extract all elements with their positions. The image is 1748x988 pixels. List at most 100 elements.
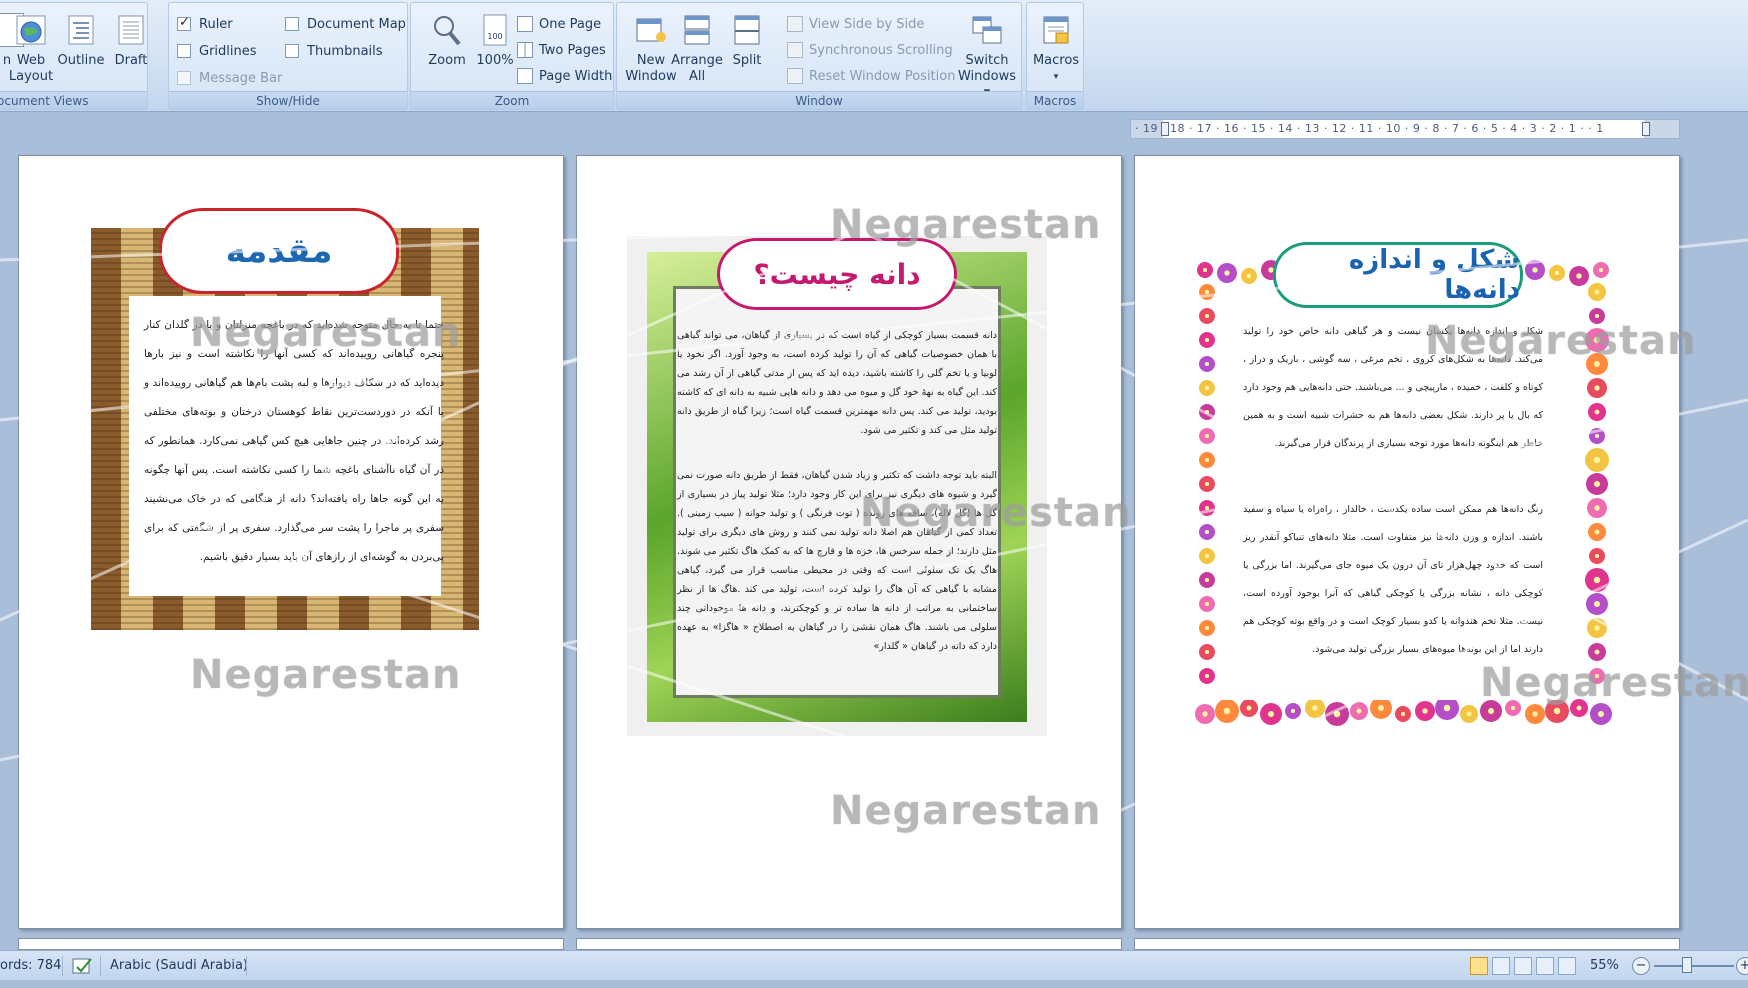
- group-label-macros: Macros: [1027, 91, 1083, 109]
- flower-decoration: [1199, 356, 1215, 372]
- document-page-5-top[interactable]: [576, 938, 1122, 950]
- flower-decoration: [1241, 268, 1257, 284]
- document-page-1[interactable]: مقدمه حتما تا به حال متوجه شده‌اید که در…: [18, 155, 564, 929]
- flower-decoration: [1589, 308, 1605, 324]
- group-label-window: Window: [617, 91, 1021, 109]
- flower-decoration: [1586, 353, 1608, 375]
- zoom-in-button[interactable]: +: [1736, 957, 1748, 975]
- ruler-indent-marker-right-icon[interactable]: [1642, 122, 1650, 136]
- document-page-4-top[interactable]: [18, 938, 564, 950]
- document-page-3[interactable]: شکل و اندازه دانه‌ها شکل و اندازه دانه‌ه…: [1134, 155, 1680, 929]
- flower-decoration: [1199, 428, 1215, 444]
- flower-decoration: [1585, 328, 1609, 352]
- split-icon: [730, 13, 764, 47]
- web-layout-view-icon[interactable]: [1514, 957, 1532, 975]
- flower-decoration: [1549, 265, 1565, 281]
- ruler-indent-marker-icon[interactable]: [1161, 122, 1169, 136]
- flower-decoration: [1199, 332, 1215, 348]
- flower-decoration: [1199, 596, 1215, 612]
- globe-icon: [14, 13, 48, 47]
- split-button[interactable]: Split: [717, 13, 777, 69]
- zoom-100-button[interactable]: 100 100%: [465, 13, 525, 69]
- flower-decoration: [1525, 704, 1545, 724]
- flower-decoration: [1199, 548, 1215, 564]
- status-bar: ords: 784 Arabic (Saudi Arabia) 55% − +: [0, 950, 1748, 980]
- sync-scroll-icon: [787, 42, 803, 58]
- flower-decoration: [1586, 593, 1608, 615]
- print-layout-view-icon[interactable]: [1470, 957, 1488, 975]
- flower-decoration: [1285, 703, 1301, 719]
- flower-decoration: [1585, 448, 1609, 472]
- page-100-icon: 100: [478, 13, 512, 47]
- page-title: مقدمه: [159, 208, 399, 294]
- macros-icon: [1039, 13, 1073, 47]
- flower-decoration: [1199, 308, 1215, 324]
- flower-decoration: [1325, 702, 1349, 726]
- checkbox-icon: [177, 44, 191, 58]
- separator: [62, 956, 63, 976]
- flower-decoration: [1199, 380, 1215, 396]
- separator: [246, 956, 247, 976]
- arrange-all-icon: [680, 13, 714, 47]
- thumbnails-checkbox[interactable]: Thumbnails: [285, 40, 383, 62]
- page-width-icon: [517, 68, 533, 84]
- two-pages-button[interactable]: Two Pages: [517, 39, 606, 61]
- body-text-paragraph-1: دانه قسمت بسیار کوچکی از گیاه است که در …: [677, 330, 997, 436]
- document-page-6-top[interactable]: [1134, 938, 1680, 950]
- macros-button[interactable]: Macros ▾: [1026, 13, 1086, 85]
- group-label-show-hide: Show/Hide: [169, 91, 407, 109]
- view-side-by-side-button[interactable]: View Side by Side: [787, 13, 924, 35]
- flower-decoration: [1195, 704, 1215, 724]
- language-indicator[interactable]: Arabic (Saudi Arabia): [110, 951, 248, 981]
- zoom-slider-thumb[interactable]: [1682, 957, 1692, 973]
- flower-decoration: [1525, 260, 1545, 280]
- full-screen-reading-view-icon[interactable]: [1492, 957, 1510, 975]
- flower-decoration: [1589, 428, 1605, 444]
- flower-decoration: [1395, 706, 1411, 722]
- synchronous-scrolling-button[interactable]: Synchronous Scrolling: [787, 39, 953, 61]
- zoom-slider-track[interactable]: [1654, 965, 1734, 967]
- flower-decoration: [1199, 524, 1215, 540]
- ribbon-view-tab: n Web Layout Outline Draft ocument Views: [0, 0, 1748, 112]
- group-label-document-views: ocument Views: [0, 91, 147, 109]
- document-map-checkbox[interactable]: Document Map: [285, 13, 406, 35]
- draft-button[interactable]: Draft: [101, 13, 161, 69]
- flower-decoration: [1305, 698, 1325, 718]
- flower-decoration: [1199, 572, 1215, 588]
- flower-decoration: [1199, 644, 1215, 660]
- zoom-level[interactable]: 55%: [1590, 951, 1619, 981]
- ruler-checkbox[interactable]: Ruler: [177, 13, 233, 35]
- flower-decoration: [1260, 703, 1282, 725]
- draft-view-icon[interactable]: [1558, 957, 1576, 975]
- group-macros: Macros ▾ Macros: [1026, 2, 1084, 110]
- switch-windows-button[interactable]: Switch Windows ▾: [955, 13, 1019, 101]
- outline-view-icon[interactable]: [1536, 957, 1554, 975]
- flower-decoration: [1217, 263, 1237, 283]
- gridlines-checkbox[interactable]: Gridlines: [177, 40, 257, 62]
- body-text-paragraph-2: رنگ دانه‌ها هم ممکن است ساده یکدست ، خال…: [1243, 504, 1543, 655]
- word-count[interactable]: ords: 784: [0, 951, 61, 981]
- svg-text:100: 100: [487, 32, 502, 41]
- group-window: New Window Arrange All Split View Side b…: [616, 2, 1022, 110]
- spelling-check-icon[interactable]: [72, 951, 94, 981]
- flower-decoration: [1589, 548, 1605, 564]
- group-show-hide: Ruler Gridlines Message Bar Document Map…: [168, 2, 408, 110]
- one-page-button[interactable]: One Page: [517, 13, 601, 35]
- document-page-2[interactable]: دانه چیست؟ دانه قسمت بسیار کوچکی از گیاه…: [576, 155, 1122, 929]
- flower-decoration: [1370, 697, 1392, 719]
- checkbox-checked-icon: [177, 15, 191, 31]
- reset-window-icon: [787, 68, 803, 84]
- horizontal-ruler[interactable]: · 19 · 18 · 17 · 16 · 15 · 14 · 13 · 12 …: [1130, 119, 1680, 139]
- flower-decoration: [1199, 284, 1215, 300]
- flower-decoration: [1589, 668, 1605, 684]
- zoom-out-button[interactable]: −: [1632, 957, 1650, 975]
- message-bar-checkbox[interactable]: Message Bar: [177, 67, 282, 89]
- flower-decoration: [1588, 523, 1606, 541]
- magnifier-icon: [430, 13, 464, 47]
- reset-window-position-button[interactable]: Reset Window Position: [787, 65, 955, 87]
- flower-decoration: [1593, 262, 1609, 278]
- flower-decoration: [1199, 620, 1215, 636]
- page-title: دانه چیست؟: [717, 238, 957, 310]
- page-width-button[interactable]: Page Width: [517, 65, 612, 87]
- flower-decoration: [1587, 378, 1607, 398]
